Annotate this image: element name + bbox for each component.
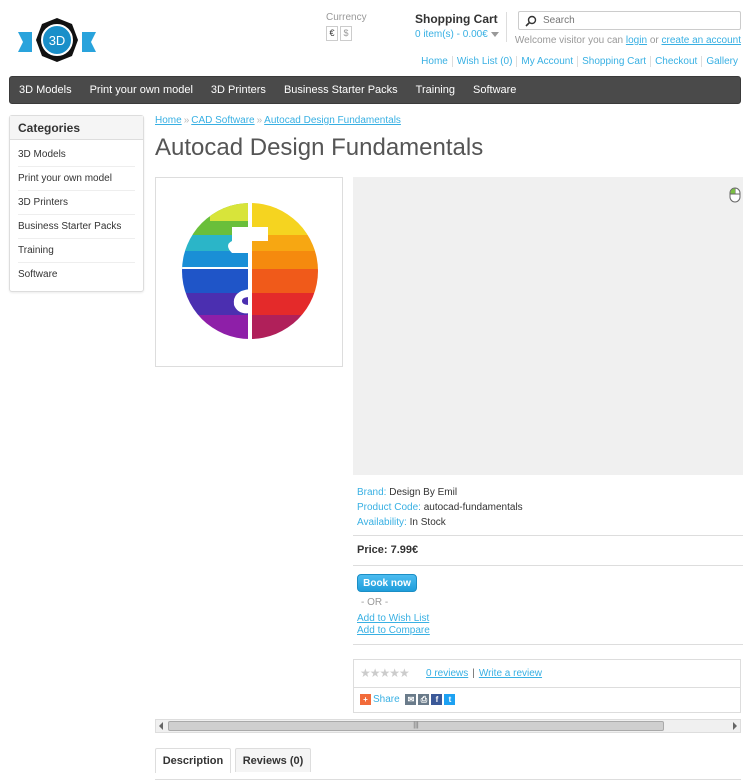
horizontal-scrollbar[interactable]: |||: [155, 719, 741, 733]
category-item[interactable]: Business Starter Packs: [18, 215, 135, 239]
reviews-count-link[interactable]: 0 reviews: [426, 668, 468, 679]
product-code-label: Product Code:: [357, 502, 421, 513]
email-icon[interactable]: ✉: [405, 694, 417, 705]
scrollbar-thumb[interactable]: |||: [168, 721, 664, 731]
product-info: Brand: Design By Emil Product Code: auto…: [357, 485, 523, 530]
product-preview-area[interactable]: [353, 177, 743, 475]
currency-label: Currency: [326, 12, 367, 23]
welcome-text: Welcome visitor you can: [514, 35, 624, 46]
logo-text: 3D: [49, 33, 66, 48]
product-price: Price: 7.99€: [357, 544, 419, 556]
top-link-cart[interactable]: Shopping Cart: [577, 56, 651, 67]
breadcrumb-separator: »: [256, 115, 263, 126]
cart-items-link[interactable]: 0 item(s) - 0.00€: [415, 29, 499, 40]
product-image[interactable]: [155, 177, 343, 367]
breadcrumb: Home» CAD Software» Autocad Design Fundame…: [155, 115, 401, 126]
currency-dollar-button[interactable]: $: [340, 26, 352, 41]
cart-title: Shopping Cart: [415, 12, 498, 26]
breadcrumb-separator: »: [183, 115, 190, 126]
add-to-wishlist-link[interactable]: Add to Wish List: [357, 613, 429, 624]
share-bar: + Share ✉ ⎙ f t: [360, 694, 457, 708]
categories-panel: Categories 3D Models Print your own mode…: [9, 115, 144, 292]
category-item[interactable]: Training: [18, 239, 135, 263]
category-item[interactable]: 3D Printers: [18, 191, 135, 215]
cart-widget[interactable]: Shopping Cart 0 item(s) - 0.00€: [415, 12, 499, 40]
category-link-print-your-own[interactable]: Print your own model: [18, 173, 112, 184]
currency-euro-button[interactable]: €: [326, 26, 338, 41]
autocad-logo-image: [182, 203, 318, 339]
divider: [353, 644, 743, 645]
twitter-icon[interactable]: t: [444, 694, 456, 705]
menu-item-3d-printers[interactable]: 3D Printers: [202, 77, 275, 103]
top-links: Home Wish List (0) My Account Shopping Cart…: [417, 56, 742, 67]
menu-item-3d-models[interactable]: 3D Models: [10, 77, 81, 103]
category-link-training[interactable]: Training: [18, 245, 54, 256]
breadcrumb-cad-software[interactable]: CAD Software: [191, 115, 254, 126]
product-code-value: autocad-fundamentals: [423, 502, 523, 513]
main-menu: 3D Models Print your own model 3D Printe…: [9, 76, 741, 104]
brand-value: Design By Emil: [389, 487, 458, 498]
top-link-checkout[interactable]: Checkout: [650, 56, 702, 67]
scroll-left-icon[interactable]: [159, 722, 163, 730]
divider: [353, 565, 743, 566]
print-icon[interactable]: ⎙: [418, 694, 430, 705]
menu-item-software[interactable]: Software: [464, 77, 525, 103]
top-link-wishlist[interactable]: Wish List (0): [451, 56, 517, 67]
breadcrumb-home[interactable]: Home: [155, 115, 182, 126]
brand-label: Brand:: [357, 487, 387, 498]
search-box: [518, 11, 741, 30]
share-label[interactable]: Share: [373, 694, 400, 705]
category-item[interactable]: Print your own model: [18, 167, 135, 191]
page-title: Autocad Design Fundamentals: [155, 134, 484, 161]
category-item[interactable]: Software: [18, 263, 135, 287]
cart-items-text: 0 item(s) - 0.00€: [415, 29, 488, 40]
currency-selector: Currency € $: [326, 12, 367, 41]
top-link-account[interactable]: My Account: [516, 56, 578, 67]
search-icon[interactable]: [525, 15, 537, 27]
review-box: ★★★★★ 0 reviews | Write a review + Share ✉ ⎙…: [353, 659, 741, 713]
category-item[interactable]: 3D Models: [18, 143, 135, 167]
or-separator: - OR -: [361, 597, 389, 608]
search-input[interactable]: [543, 13, 738, 28]
availability-value: In Stock: [409, 517, 446, 528]
menu-item-print-your-own[interactable]: Print your own model: [81, 77, 202, 103]
divider: [354, 687, 740, 688]
tab-reviews[interactable]: Reviews (0): [235, 748, 311, 772]
scroll-right-icon[interactable]: [733, 722, 737, 730]
header-divider: [506, 12, 507, 42]
add-to-compare-link[interactable]: Add to Compare: [357, 625, 430, 636]
breadcrumb-product[interactable]: Autocad Design Fundamentals: [264, 115, 401, 126]
divider: [353, 535, 743, 536]
facebook-icon[interactable]: f: [431, 694, 443, 705]
reviews-line: 0 reviews | Write a review: [426, 668, 542, 679]
create-account-link[interactable]: create an account: [662, 35, 742, 46]
menu-item-business-packs[interactable]: Business Starter Packs: [275, 77, 407, 103]
book-now-button[interactable]: Book now: [357, 574, 417, 592]
category-link-3d-models[interactable]: 3D Models: [18, 149, 66, 160]
top-link-gallery[interactable]: Gallery: [701, 56, 742, 67]
welcome-message: Welcome visitor you can login or create …: [515, 35, 741, 46]
categories-title: Categories: [10, 116, 143, 140]
category-link-business-packs[interactable]: Business Starter Packs: [18, 221, 121, 232]
category-link-software[interactable]: Software: [18, 269, 57, 280]
chevron-down-icon: [490, 31, 499, 37]
product-tabs: Description Reviews (0): [155, 748, 741, 780]
login-link[interactable]: login: [626, 35, 647, 46]
menu-item-training[interactable]: Training: [407, 77, 464, 103]
site-logo[interactable]: 3D: [18, 18, 96, 64]
welcome-or: or: [649, 35, 659, 46]
write-review-link[interactable]: Write a review: [479, 668, 542, 679]
top-link-home[interactable]: Home: [417, 56, 452, 67]
reviews-separator: |: [472, 668, 475, 679]
share-plus-icon[interactable]: +: [360, 694, 371, 705]
tab-description[interactable]: Description: [155, 748, 231, 773]
rating-stars-icon: ★★★★★: [360, 666, 410, 680]
category-link-3d-printers[interactable]: 3D Printers: [18, 197, 68, 208]
mouse-icon[interactable]: [729, 187, 741, 203]
availability-label: Availability:: [357, 517, 407, 528]
